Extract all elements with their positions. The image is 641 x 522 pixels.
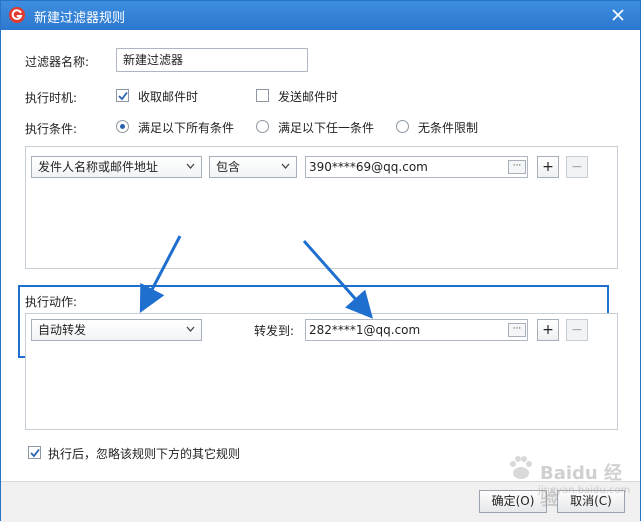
chevron-down-icon [186, 163, 195, 169]
filter-name-label: 过滤器名称: [25, 55, 90, 69]
conditions-panel: 发件人名称或邮件地址 包含 390****69@qq.com ··· + − [25, 146, 618, 269]
condition-label: 执行条件: [25, 122, 78, 136]
filter-rule-dialog: 新建过滤器规则 过滤器名称: 新建过滤器 执行时机: 收取邮件时 发送邮件时 执… [0, 0, 641, 522]
condition-field-select[interactable]: 发件人名称或邮件地址 [31, 156, 202, 178]
match-any-label: 满足以下任一条件 [278, 121, 375, 135]
match-all-label: 满足以下所有条件 [138, 121, 235, 135]
baidu-watermark: Baidu 经验 jingyan.baidu.com [476, 449, 636, 519]
condition-operator-value: 包含 [216, 160, 241, 174]
no-condition-radio[interactable] [396, 120, 409, 133]
add-condition-button[interactable]: + [537, 156, 559, 178]
remove-action-button[interactable]: − [566, 319, 588, 341]
add-action-button[interactable]: + [537, 319, 559, 341]
receive-mail-label: 收取邮件时 [138, 90, 199, 104]
forward-address-text: 282****1@qq.com [309, 323, 421, 337]
forward-to-label: 转发到: [254, 324, 295, 338]
chevron-down-icon [186, 326, 195, 332]
app-logo-icon [9, 7, 25, 23]
condition-field-value: 发件人名称或邮件地址 [38, 160, 159, 174]
condition-browse-button[interactable]: ··· [508, 160, 526, 174]
paw-icon [510, 456, 532, 479]
action-label: 执行动作: [25, 295, 78, 309]
no-condition-label: 无条件限制 [418, 121, 479, 135]
action-select[interactable]: 自动转发 [31, 319, 202, 341]
condition-value-text: 390****69@qq.com [309, 160, 428, 174]
check-icon [118, 91, 128, 101]
close-button[interactable] [607, 5, 629, 25]
close-icon [612, 9, 624, 21]
condition-operator-select[interactable]: 包含 [209, 156, 297, 178]
send-mail-label: 发送邮件时 [278, 90, 339, 104]
condition-value-input[interactable]: 390****69@qq.com [305, 156, 528, 178]
check-icon [30, 448, 40, 458]
watermark-sub: jingyan.baidu.com [538, 485, 631, 496]
ignore-following-checkbox[interactable] [28, 446, 41, 459]
receive-mail-checkbox[interactable] [116, 89, 129, 102]
remove-condition-button[interactable]: − [566, 156, 588, 178]
filter-name-input[interactable]: 新建过滤器 [116, 48, 308, 72]
forward-address-input[interactable]: 282****1@qq.com [305, 319, 528, 341]
chevron-down-icon [281, 163, 290, 169]
match-any-radio[interactable] [256, 120, 269, 133]
forward-browse-button[interactable]: ··· [508, 323, 526, 337]
action-select-value: 自动转发 [38, 323, 87, 337]
title-bar[interactable]: 新建过滤器规则 [1, 1, 640, 30]
window-title: 新建过滤器规则 [34, 11, 126, 26]
ignore-following-label: 执行后，忽略该规则下方的其它规则 [48, 447, 241, 461]
match-all-radio[interactable] [116, 120, 129, 133]
timing-label: 执行时机: [25, 91, 78, 105]
send-mail-checkbox[interactable] [256, 89, 269, 102]
actions-panel: 自动转发 转发到: 282****1@qq.com ··· + − [25, 313, 618, 430]
